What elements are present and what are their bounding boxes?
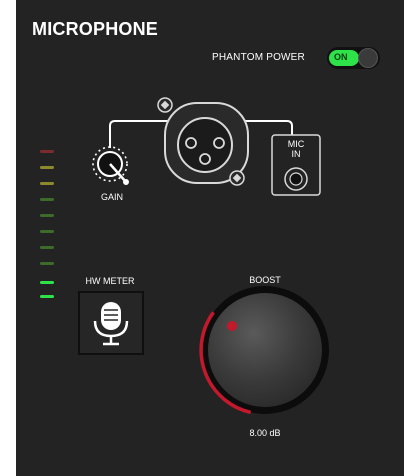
hw-meter-button[interactable]: [78, 291, 144, 355]
meter-segment: [40, 262, 54, 265]
meter-segment: [40, 150, 54, 153]
gain-knob[interactable]: [92, 146, 129, 185]
meter-segment: [40, 198, 54, 201]
connector-diagram: [40, 97, 329, 415]
meter-segment: [40, 230, 54, 233]
mic-in-label-line2: IN: [291, 149, 301, 159]
microphone-icon: [93, 302, 129, 346]
boost-knob[interactable]: [199, 286, 329, 415]
meter-segment-lit: [40, 281, 54, 284]
mic-in-label: MIC IN: [272, 139, 320, 159]
meter-segment-lit: [40, 295, 54, 298]
meter-segment: [40, 214, 54, 217]
boost-indicator-dot: [227, 321, 237, 331]
screw-icon-top: [157, 97, 173, 113]
level-meter: [40, 150, 54, 298]
gain-wire: [109, 120, 168, 148]
meter-segment: [40, 246, 54, 249]
xlr-connector-icon: [157, 97, 249, 186]
hw-meter-label: HW METER: [85, 276, 135, 286]
gain-label: GAIN: [100, 192, 123, 202]
boost-value: 8.00 dB: [249, 428, 281, 438]
boost-label: BOOST: [249, 275, 281, 285]
mic-in-label-line1: MIC: [287, 139, 305, 149]
screw-icon-bottom: [229, 170, 245, 186]
meter-segment: [40, 166, 54, 169]
meter-segment: [40, 182, 54, 185]
